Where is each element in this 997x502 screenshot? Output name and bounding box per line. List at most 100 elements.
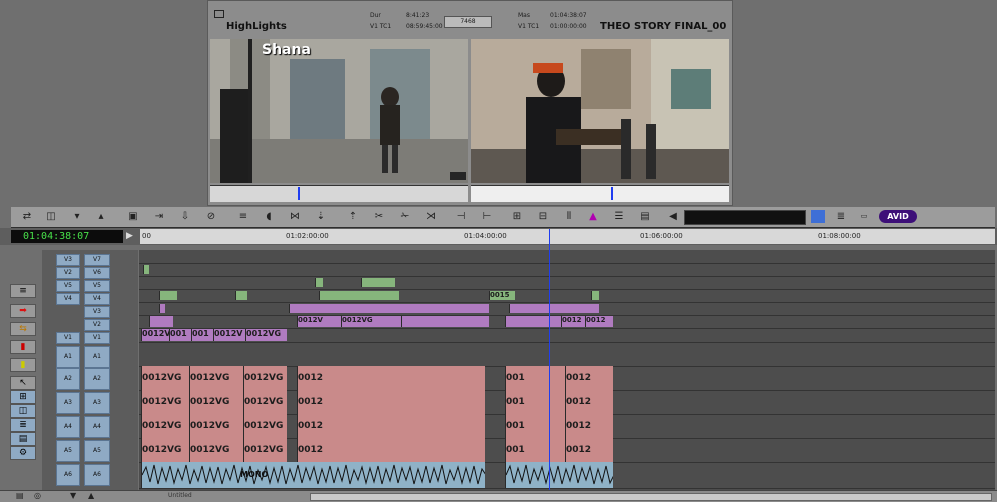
clip-v1-001-b[interactable]: 001 — [191, 329, 213, 341]
status-arrow-icon[interactable]: ▼ — [70, 491, 76, 500]
lift-overwrite-icon[interactable]: ⊞ — [507, 209, 527, 224]
clip-a4-001[interactable]: 001 — [505, 414, 565, 438]
cut-icon[interactable]: ✁ — [395, 209, 415, 224]
clip-v4-b[interactable] — [235, 291, 247, 300]
clip-a5-0012vg-1[interactable]: 0012VG — [141, 438, 189, 462]
lift-icon[interactable]: ≡ — [233, 209, 253, 224]
clip-a3-0012vg-1[interactable]: 0012VG — [141, 390, 189, 414]
status-grid-icon[interactable]: ▤ — [16, 491, 24, 500]
timeline-tracks[interactable]: 0015 0012V 0012VG 0012 0012 0012VG 001 0… — [139, 250, 995, 490]
source-clip-name[interactable]: HighLights — [226, 21, 287, 32]
rec-v6[interactable]: V6 — [84, 267, 110, 279]
clip-a3-001[interactable]: 001 — [505, 390, 565, 414]
extract-icon[interactable]: ⇣ — [311, 209, 331, 224]
clip-v1-0012vg[interactable]: 0012VG — [141, 329, 169, 341]
clip-a2-0012vg-2[interactable]: 0012VG — [189, 366, 243, 390]
playhead[interactable] — [549, 229, 550, 499]
status-target-icon[interactable]: ◎ — [34, 491, 41, 500]
list-icon[interactable]: ☰ — [609, 209, 629, 224]
rec-a3[interactable]: A3 — [84, 392, 110, 414]
track-view-icon[interactable]: ≣ — [10, 418, 36, 432]
rec-v2[interactable]: V2 — [84, 319, 110, 331]
clip-a5-0012vg-2[interactable]: 0012VG — [189, 438, 243, 462]
clip-v1-001-a[interactable]: 001 — [169, 329, 191, 341]
src-a4[interactable]: A4 — [56, 416, 80, 438]
timecode-display[interactable]: 01:04:38:07 — [11, 230, 123, 243]
rec-a2[interactable]: A2 — [84, 368, 110, 390]
add-edit-icon[interactable]: ⋊ — [421, 209, 441, 224]
yellow-segment-icon[interactable]: ⇆ — [10, 322, 36, 336]
clip-v2-a[interactable] — [149, 316, 173, 327]
clip-v1-0012vg-b[interactable]: 0012VG — [245, 329, 287, 341]
toggle-source-record-icon[interactable]: ⇄ — [17, 209, 37, 224]
play-arrow-icon[interactable]: ▶ — [126, 231, 133, 241]
rec-v4[interactable]: V4 — [84, 293, 110, 305]
trim-right-icon[interactable]: ⊢ — [477, 209, 497, 224]
clip-a3-0012vg-2[interactable]: 0012VG — [189, 390, 243, 414]
clip-v2-b[interactable] — [401, 316, 489, 327]
rec-a6[interactable]: A6 — [84, 464, 110, 486]
record-marker-icon[interactable]: ▲ — [583, 209, 603, 224]
clip-a6-waveform-a[interactable]: MONO — [141, 462, 485, 488]
clip-v5-a[interactable] — [315, 278, 323, 287]
clip-a4-0012-a[interactable]: 0012 — [297, 414, 485, 438]
bin-view-icon[interactable]: ▤ — [10, 432, 36, 446]
src-v4[interactable]: V4 — [56, 293, 80, 305]
clip-a5-0012-a[interactable]: 0012 — [297, 438, 485, 462]
clip-v2-0012-b[interactable]: 0012 — [585, 316, 613, 327]
clip-a4-0012-b[interactable]: 0012 — [565, 414, 613, 438]
no-entry-icon[interactable]: ⊘ — [201, 209, 221, 224]
fast-menu-icon[interactable]: ▭ — [854, 209, 874, 224]
clip-a5-0012vg-3[interactable]: 0012VG — [243, 438, 287, 462]
clip-v5-b[interactable] — [361, 278, 395, 287]
yellow-trim-icon[interactable]: ▮ — [10, 358, 36, 372]
clip-a4-0012vg-3[interactable]: 0012VG — [243, 414, 287, 438]
clip-a5-001[interactable]: 001 — [505, 438, 565, 462]
frame-counter[interactable]: 7468 — [444, 16, 492, 28]
clip-v4-d[interactable] — [591, 291, 599, 300]
src-v1[interactable]: V1 — [56, 332, 80, 344]
clip-a2-001[interactable]: 001 — [505, 366, 565, 390]
clip-a6-waveform-b[interactable] — [505, 462, 613, 488]
clip-a3-0012vg-3[interactable]: 0012VG — [243, 390, 287, 414]
src-v2[interactable]: V2 — [56, 267, 80, 279]
meter-button[interactable] — [811, 210, 825, 223]
menu-icon[interactable] — [214, 10, 224, 18]
clip-v2-0012vg[interactable]: 0012VG — [341, 316, 401, 327]
trim-left-icon[interactable]: ⊣ — [451, 209, 471, 224]
clip-a5-0012-b[interactable]: 0012 — [565, 438, 613, 462]
clip-v4-c[interactable] — [319, 291, 399, 300]
source-position-bar[interactable] — [210, 185, 468, 202]
record-position-bar[interactable] — [471, 185, 729, 202]
rec-v3[interactable]: V3 — [84, 306, 110, 318]
clip-a3-0012-a[interactable]: 0012 — [297, 390, 485, 414]
clip-v2-0012v[interactable]: 0012V — [297, 316, 341, 327]
overwrite-icon[interactable]: ⇩ — [175, 209, 195, 224]
clip-view-icon[interactable]: ◫ — [10, 404, 36, 418]
timeline-ruler[interactable]: 00 01:02:00:00 01:04:00:00 01:06:00:00 0… — [140, 229, 995, 244]
clip-v3-b[interactable] — [289, 304, 489, 313]
src-a6[interactable]: A6 — [56, 464, 80, 486]
step-up-icon[interactable]: ▴ — [91, 209, 111, 224]
red-arrow-icon[interactable]: ➡ — [10, 304, 36, 318]
mark-clip-icon[interactable]: ⋈ — [285, 209, 305, 224]
step-down-icon[interactable]: ▾ — [67, 209, 87, 224]
clip-a2-0012vg-1[interactable]: 0012VG — [141, 366, 189, 390]
clip-v3-c[interactable] — [509, 304, 599, 313]
track-sync-icon[interactable]: ⫴ — [559, 209, 579, 224]
red-segment-icon[interactable]: ▮ — [10, 340, 36, 354]
clip-icon[interactable]: ◫ — [41, 209, 61, 224]
record-position-indicator[interactable] — [611, 187, 613, 200]
status-up-icon[interactable]: ▲ — [88, 491, 94, 500]
src-a1[interactable]: A1 — [56, 346, 80, 368]
mark-in-icon[interactable]: ◖ — [259, 209, 279, 224]
rec-v7[interactable]: V7 — [84, 254, 110, 266]
clip-v1-0012v[interactable]: 0012V — [213, 329, 245, 341]
clip-v2-c[interactable] — [505, 316, 561, 327]
settings-view-icon[interactable]: ⚙ — [10, 446, 36, 460]
src-a3[interactable]: A3 — [56, 392, 80, 414]
clip-a4-0012vg-1[interactable]: 0012VG — [141, 414, 189, 438]
clip-v3-a[interactable] — [159, 304, 165, 313]
sequence-name[interactable]: THEO STORY FINAL_00 — [600, 21, 726, 32]
timeline-view-icon[interactable]: ⊞ — [10, 390, 36, 404]
